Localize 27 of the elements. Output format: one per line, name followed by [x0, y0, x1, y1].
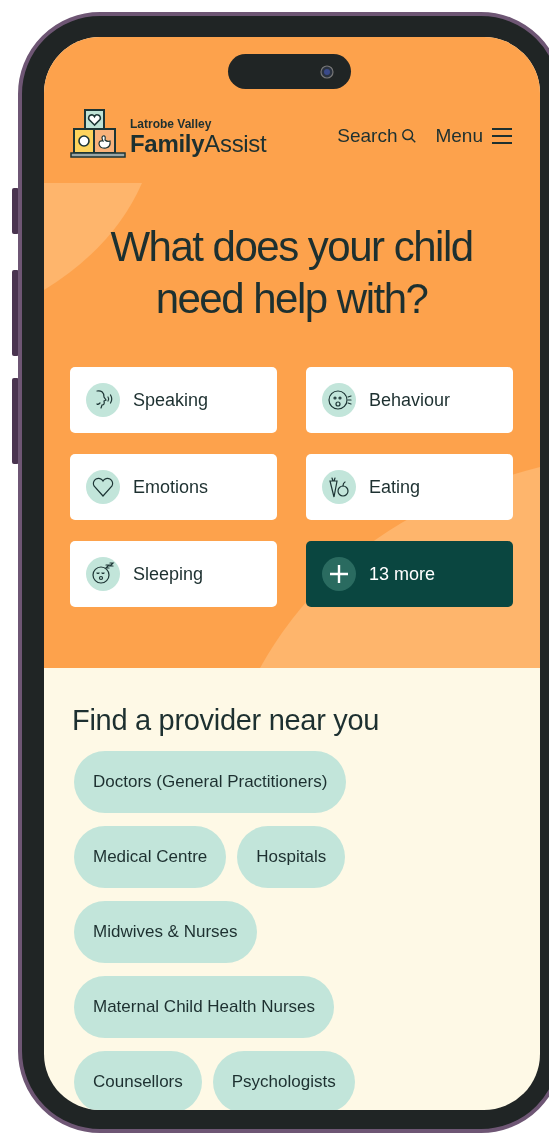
provider-chip[interactable]: Hospitals [237, 826, 346, 888]
search-icon [401, 128, 418, 144]
sleeping-face-icon [86, 557, 120, 591]
logo-wordmark: FamilyAssist [130, 131, 267, 157]
plus-icon [322, 557, 356, 591]
category-card[interactable]: 13 more [306, 541, 513, 607]
speaking-face-icon [86, 383, 120, 417]
carrot-apple-icon [322, 470, 356, 504]
provider-chip[interactable]: Midwives & Nurses [74, 901, 257, 963]
provider-chip[interactable]: Maternal Child Health Nurses [74, 976, 335, 1038]
category-card[interactable]: Eating [306, 454, 513, 520]
menu-button[interactable]: Menu [435, 125, 513, 147]
section-heading: Find a provider near you [72, 704, 381, 737]
search-link[interactable]: Search [337, 125, 418, 147]
page-heading: What does your child need help with? [109, 222, 474, 324]
provider-chip[interactable]: Doctors (General Practitioners) [74, 751, 347, 813]
category-card[interactable]: Emotions [70, 454, 277, 520]
category-card[interactable]: Speaking [70, 367, 277, 433]
provider-chip[interactable]: Counsellors [74, 1051, 202, 1110]
provider-chip[interactable]: Psychologists [212, 1051, 355, 1110]
menu-icon [491, 127, 513, 145]
logo-subtitle: Latrobe Valley [130, 118, 213, 131]
category-card[interactable]: Behaviour [306, 367, 513, 433]
face-icon [322, 383, 356, 417]
category-card[interactable]: Sleeping [70, 541, 277, 607]
provider-chip[interactable]: Medical Centre [74, 826, 227, 888]
camera-icon [320, 65, 334, 79]
